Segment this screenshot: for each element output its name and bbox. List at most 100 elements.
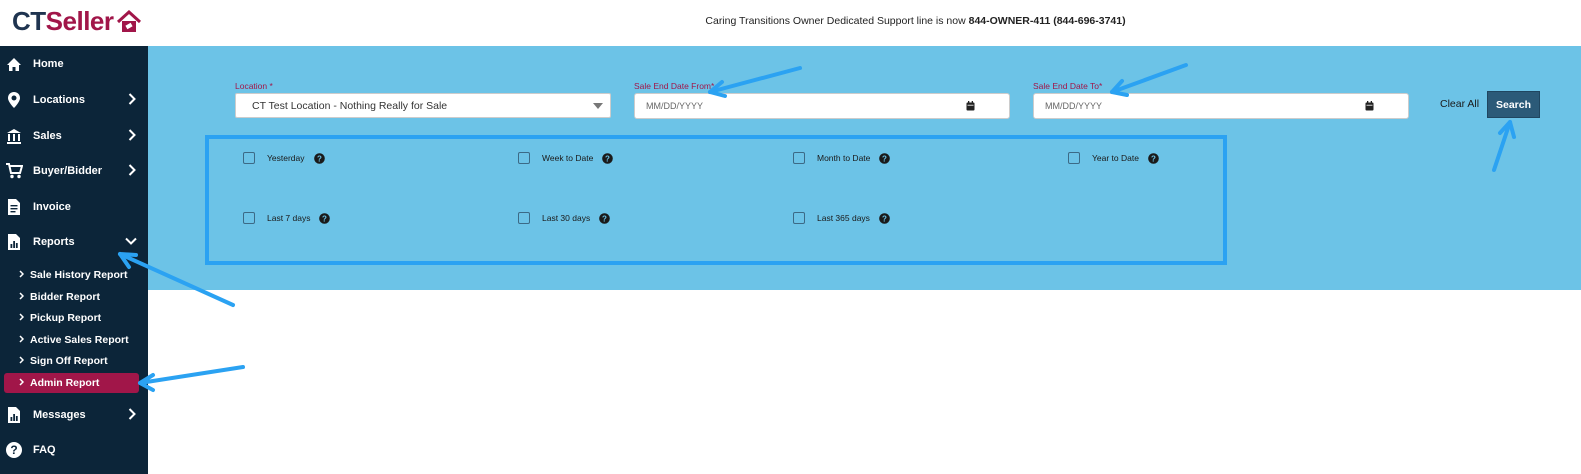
chevron-down-icon <box>125 237 137 245</box>
sidebar-item-label: FAQ <box>33 444 56 456</box>
checkbox[interactable] <box>793 152 805 164</box>
sidebar-sub-sale-history-report[interactable]: Sale History Report <box>4 265 139 285</box>
svg-text:?: ? <box>323 214 328 223</box>
location-value: CT Test Location - Nothing Really for Sa… <box>252 99 448 112</box>
support-text: Caring Transitions Owner Dedicated Suppo… <box>705 15 969 27</box>
question-circle-icon[interactable]: ? <box>1148 152 1159 164</box>
dropdown-caret-icon <box>593 103 603 109</box>
sidebar-item-faq[interactable]: ? FAQ <box>0 433 148 467</box>
sub-item-label: Sign Off Report <box>30 355 108 367</box>
chevron-right-icon <box>128 164 136 176</box>
clear-all-link[interactable]: Clear All <box>1440 98 1479 110</box>
checkbox[interactable] <box>518 212 530 224</box>
quick-range-week-to-date[interactable]: Week to Date ? <box>518 152 614 164</box>
question-circle-icon[interactable]: ? <box>599 212 611 224</box>
svg-text:?: ? <box>10 443 17 457</box>
checkbox-label: Week to Date <box>542 153 594 163</box>
chevron-right-icon <box>19 291 25 303</box>
sub-item-label: Pickup Report <box>30 312 102 324</box>
chevron-right-icon <box>19 269 25 281</box>
report-icon <box>0 233 28 251</box>
chevron-right-icon <box>19 355 25 367</box>
sidebar-item-sales[interactable]: Sales <box>0 119 148 153</box>
chevron-right-icon <box>19 312 25 324</box>
checkbox[interactable] <box>243 212 255 224</box>
date-from-input[interactable]: MM/DD/YYYY <box>634 93 1010 119</box>
sub-item-label: Sale History Report <box>30 269 128 281</box>
quick-range-year-to-date[interactable]: Year to Date ? <box>1068 152 1159 164</box>
question-circle-icon[interactable]: ? <box>879 212 890 224</box>
checkbox-label: Last 365 days <box>817 213 870 223</box>
quick-range-month-to-date[interactable]: Month to Date ? <box>793 152 891 164</box>
chevron-right-icon <box>19 377 25 389</box>
quick-range-last-365-days[interactable]: Last 365 days ? <box>793 212 890 224</box>
message-icon <box>0 406 28 424</box>
chevron-right-icon <box>128 129 136 141</box>
chevron-right-icon <box>128 93 136 105</box>
sub-item-label: Admin Report <box>30 377 100 389</box>
sidebar-item-buyer-bidder[interactable]: Buyer/Bidder <box>0 154 148 188</box>
support-number: 844-OWNER-411 (844-696-3741) <box>968 15 1126 27</box>
checkbox-label: Last 30 days <box>542 213 591 223</box>
svg-text:?: ? <box>605 154 610 163</box>
checkbox[interactable] <box>243 152 255 164</box>
svg-text:?: ? <box>317 154 322 163</box>
question-circle-icon[interactable]: ? <box>319 212 331 224</box>
location-label: Location * <box>235 81 273 91</box>
checkbox-label: Last 7 days <box>267 213 311 223</box>
annotation-arrow-admin-report <box>138 365 245 392</box>
sidebar-sub-sign-off-report[interactable]: Sign Off Report <box>4 351 139 371</box>
chevron-right-icon <box>128 408 136 420</box>
date-from-label: Sale End Date From* <box>634 81 715 91</box>
sidebar-item-label: Buyer/Bidder <box>33 165 103 177</box>
svg-text:?: ? <box>882 214 887 223</box>
sidebar-item-home[interactable]: Home <box>0 47 148 81</box>
question-circle-icon[interactable]: ? <box>879 152 891 164</box>
checkbox[interactable] <box>1068 152 1080 164</box>
map-pin-icon <box>0 91 28 109</box>
search-button[interactable]: Search <box>1487 91 1540 118</box>
checkbox[interactable] <box>793 212 805 224</box>
sidebar-sub-bidder-report[interactable]: Bidder Report <box>4 287 139 307</box>
calendar-icon[interactable] <box>1365 101 1374 111</box>
svg-text:?: ? <box>602 214 607 223</box>
question-circle-icon[interactable]: ? <box>602 152 614 164</box>
sidebar-item-reports[interactable]: Reports <box>0 225 148 259</box>
checkbox-label: Yesterday <box>267 153 305 163</box>
sidebar-sub-pickup-report[interactable]: Pickup Report <box>4 308 139 328</box>
sidebar-item-label: Invoice <box>33 201 71 213</box>
checkbox-label: Month to Date <box>817 153 871 163</box>
sub-item-label: Bidder Report <box>30 291 101 303</box>
top-bar: CT Seller Caring Transitions Owner Dedica… <box>0 0 1581 46</box>
cart-icon <box>0 163 28 179</box>
sub-item-label: Active Sales Report <box>30 334 129 346</box>
date-to-placeholder: MM/DD/YYYY <box>1045 101 1103 111</box>
sidebar-item-label: Reports <box>33 236 75 248</box>
chevron-right-icon <box>19 334 25 346</box>
question-circle-icon[interactable]: ? <box>313 152 325 164</box>
calendar-icon[interactable] <box>966 101 975 111</box>
svg-text:?: ? <box>1151 154 1156 163</box>
sidebar-item-label: Sales <box>33 130 62 142</box>
sidebar-item-locations[interactable]: Locations <box>0 83 148 117</box>
sidebar-item-label: Messages <box>33 409 86 421</box>
checkbox[interactable] <box>518 152 530 164</box>
quick-range-last-7-days[interactable]: Last 7 days ? <box>243 212 331 224</box>
location-select[interactable]: CT Test Location - Nothing Really for Sa… <box>235 93 611 118</box>
invoice-icon <box>0 198 28 216</box>
home-icon <box>0 57 28 72</box>
checkbox-label: Year to Date <box>1092 153 1139 163</box>
sidebar-item-label: Locations <box>33 94 85 106</box>
date-to-input[interactable]: MM/DD/YYYY <box>1033 93 1409 119</box>
building-icon <box>0 128 28 144</box>
quick-range-yesterday[interactable]: Yesterday ? <box>243 152 325 164</box>
help-icon: ? <box>0 441 28 459</box>
date-to-label: Sale End Date To* <box>1033 81 1103 91</box>
quick-range-last-30-days[interactable]: Last 30 days ? <box>518 212 611 224</box>
sidebar-sub-active-sales-report[interactable]: Active Sales Report <box>4 330 139 350</box>
sidebar-item-invoice[interactable]: Invoice <box>0 190 148 224</box>
sidebar-item-label: Home <box>33 58 64 70</box>
sidebar-item-messages[interactable]: Messages <box>0 398 148 432</box>
svg-text:?: ? <box>882 154 887 163</box>
sidebar-sub-admin-report[interactable]: Admin Report <box>4 373 139 393</box>
